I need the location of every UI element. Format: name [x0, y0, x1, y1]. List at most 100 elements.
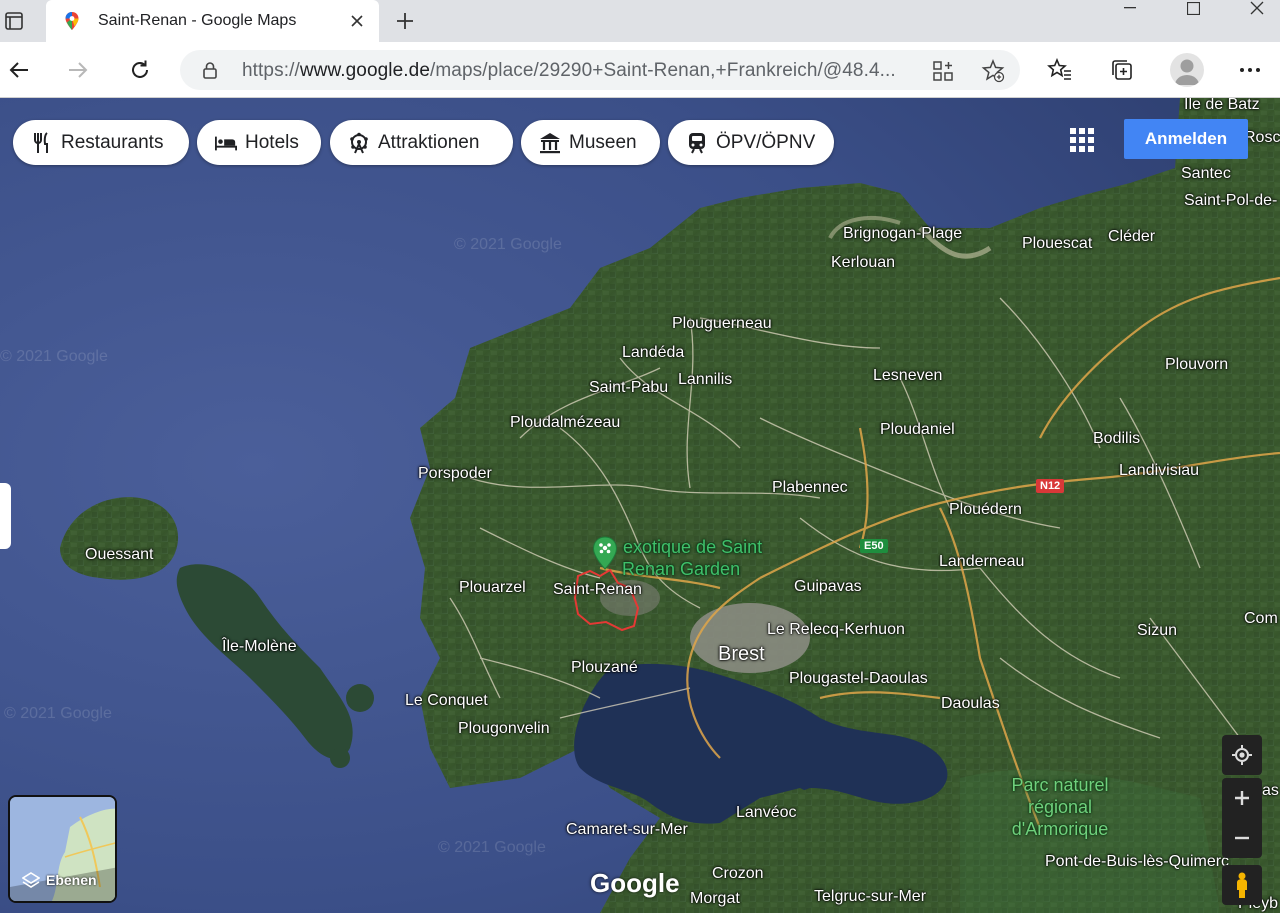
place-label[interactable]: Santec [1181, 165, 1231, 183]
google-logo: Google [590, 868, 680, 898]
place-label[interactable]: Ouessant [85, 546, 153, 564]
back-arrow-icon[interactable] [3, 54, 35, 86]
place-label[interactable]: Plouguerneau [672, 315, 772, 333]
place-label[interactable]: Landivisiau [1119, 462, 1199, 480]
place-label[interactable]: as [1262, 782, 1279, 800]
url-text: https://www.google.de/maps/place/29290+S… [242, 60, 896, 81]
place-label[interactable]: Sizun [1137, 622, 1177, 640]
map-canvas[interactable]: © 2021 Google © 2021 Google © 2021 Googl… [0, 98, 1280, 913]
place-label[interactable]: Landerneau [939, 553, 1024, 571]
chip-label: Attraktionen [378, 131, 480, 153]
place-label[interactable]: Ploudalmézeau [510, 414, 620, 432]
sign-in-button[interactable]: Anmelden [1124, 119, 1248, 159]
place-label[interactable]: Porspoder [418, 465, 492, 483]
poi-pin-icon[interactable] [592, 536, 618, 575]
layers-label: Ebenen [46, 872, 97, 888]
poi-label[interactable]: exotique de Saint [623, 537, 762, 558]
place-label[interactable]: Brest [718, 643, 765, 666]
place-label[interactable]: Lesneven [873, 367, 942, 385]
place-label[interactable]: Camaret-sur-Mer [566, 821, 688, 839]
place-label[interactable]: Pont-de-Buis-lès-Quimerc [1045, 853, 1229, 871]
place-label[interactable]: Kerlouan [831, 254, 895, 272]
park-label-line: régional [1027, 797, 1093, 817]
place-label[interactable]: Saint-Pabu [589, 379, 668, 397]
park-label[interactable]: Parc naturel régional d'Armorique [990, 774, 1130, 840]
browser-tab[interactable]: Saint-Renan - Google Maps [46, 0, 379, 42]
add-favorite-icon[interactable] [980, 58, 1006, 84]
place-label[interactable]: Lanvéoc [736, 804, 797, 822]
tab-title: Saint-Renan - Google Maps [98, 12, 297, 29]
layers-icon [22, 871, 40, 889]
place-label[interactable]: Saint-Renan [553, 581, 642, 599]
place-label[interactable]: Plabennec [772, 479, 848, 497]
chip-label: Museen [569, 131, 637, 153]
ferris-wheel-icon [348, 132, 370, 154]
side-panel-toggle[interactable] [0, 483, 11, 549]
road-shield-n12: N12 [1036, 479, 1065, 493]
place-label[interactable]: Le Relecq-Kerhuon [767, 621, 905, 639]
map-watermark: © 2021 Google [0, 348, 108, 365]
place-label[interactable]: Lannilis [678, 371, 732, 389]
more-options-icon[interactable] [1234, 54, 1266, 86]
place-label[interactable]: Telgruc-sur-Mer [814, 888, 926, 906]
minimize-icon[interactable] [1107, 0, 1153, 16]
place-label[interactable]: Roscoff [1244, 129, 1280, 147]
place-label[interactable]: Brignogan-Plage [843, 225, 962, 243]
chip-restaurants[interactable]: Restaurants [13, 120, 189, 165]
place-label[interactable]: Ploudaniel [880, 421, 955, 439]
place-label[interactable]: Cléder [1108, 228, 1155, 246]
zoom-out-button[interactable] [1222, 818, 1262, 858]
place-label[interactable]: Daoulas [941, 695, 1000, 713]
place-label[interactable]: Crozon [712, 865, 764, 883]
favorites-icon[interactable] [1044, 54, 1076, 86]
poi-label[interactable]: Renan Garden [622, 559, 740, 580]
minus-icon [1235, 836, 1249, 840]
lock-icon[interactable] [200, 60, 220, 80]
place-label[interactable]: Plougastel-Daoulas [789, 670, 928, 688]
reload-icon[interactable] [124, 54, 156, 86]
place-label[interactable]: Plouescat [1022, 235, 1092, 253]
close-window-icon[interactable] [1234, 0, 1280, 16]
train-icon [686, 132, 708, 154]
place-label[interactable]: Île-Molène [222, 638, 297, 656]
place-label[interactable]: Le Conquet [405, 692, 488, 710]
plus-icon [1235, 791, 1249, 805]
place-label[interactable]: Morgat [690, 890, 740, 908]
layers-label-group: Ebenen [22, 871, 97, 889]
place-label[interactable]: Plouzané [571, 659, 638, 677]
new-tab-icon[interactable] [392, 8, 418, 34]
place-label[interactable]: Plouarzel [459, 579, 526, 597]
forward-arrow-icon[interactable] [62, 54, 94, 86]
place-label[interactable]: Guipavas [794, 578, 862, 596]
my-location-icon [1232, 745, 1252, 765]
street-view-pegman-button[interactable] [1222, 865, 1262, 905]
map-watermark: © 2021 Google [454, 236, 562, 253]
chip-hotels[interactable]: Hotels [197, 120, 321, 165]
chip-attraktionen[interactable]: Attraktionen [330, 120, 513, 165]
window-menu-icon[interactable] [0, 8, 28, 34]
place-label[interactable]: Saint-Pol-de- [1184, 192, 1277, 210]
place-label[interactable]: Île de Batz [1184, 98, 1260, 114]
park-label-line: d'Armorique [1011, 819, 1109, 839]
place-label[interactable]: Com [1244, 610, 1278, 628]
zoom-in-button[interactable] [1222, 778, 1262, 818]
road-shield-e50: E50 [860, 539, 888, 553]
fork-knife-icon [31, 131, 53, 154]
place-label[interactable]: Landéda [622, 344, 684, 362]
place-label[interactable]: Plouvorn [1165, 356, 1228, 374]
my-location-button[interactable] [1222, 735, 1262, 775]
profile-avatar[interactable] [1170, 53, 1204, 87]
google-apps-icon[interactable] [1069, 127, 1095, 153]
layers-button[interactable]: Ebenen [8, 795, 117, 903]
tab-close-icon[interactable] [345, 9, 369, 33]
address-bar[interactable]: https://www.google.de/maps/place/29290+S… [180, 50, 1020, 90]
maximize-icon[interactable] [1170, 0, 1216, 16]
chip-oepnv[interactable]: ÖPV/ÖPNV [668, 120, 834, 165]
place-label[interactable]: Plouédern [949, 501, 1022, 519]
chip-museen[interactable]: Museen [521, 120, 660, 165]
place-label[interactable]: Plougonvelin [458, 720, 550, 738]
place-label[interactable]: Bodilis [1093, 430, 1140, 448]
app-available-icon[interactable] [930, 58, 956, 84]
collections-icon[interactable] [1106, 54, 1138, 86]
park-label-line: Parc naturel [1011, 775, 1109, 795]
